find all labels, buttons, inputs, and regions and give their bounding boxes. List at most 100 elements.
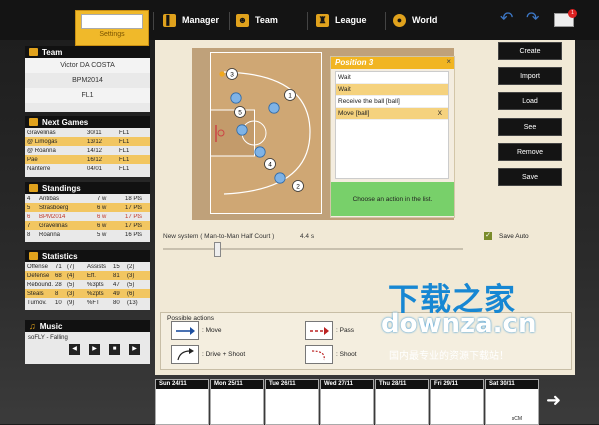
legend-drive-shoot: : Drive + Shoot — [171, 345, 245, 364]
standing-row[interactable]: 7 Gravelinas 6 w 17 Pts — [25, 221, 150, 230]
calendar-day[interactable]: Sat 30/11 sCM — [485, 379, 539, 425]
nav-league[interactable]: ♜ League — [316, 10, 367, 30]
action-hint: Choose an action in the list. — [331, 182, 454, 216]
calendar-day[interactable]: Tue 26/11 — [265, 379, 319, 425]
nav-manager-label: Manager — [182, 15, 220, 25]
manager-name: Victor DA COSTA — [25, 58, 150, 73]
ball-icon — [219, 71, 225, 77]
action-item[interactable]: Receive the ball [ball] — [336, 96, 448, 108]
game-league: FL1 — [119, 165, 130, 172]
back-arrow-icon[interactable]: ↶ — [500, 11, 518, 27]
podium-icon — [29, 184, 38, 192]
remove-button[interactable]: Remove — [498, 143, 562, 161]
standing-wins: 6 w — [97, 222, 107, 229]
standing-row[interactable]: 6 BPM2014 6 w 17 Pts — [25, 212, 150, 221]
next-game-row[interactable]: Pae 16/12 FL1 — [25, 155, 150, 164]
next-track-icon[interactable]: ▶ — [129, 344, 140, 355]
game-opponent: Gravelinas — [27, 129, 56, 136]
stat-cell: (4) — [67, 272, 75, 279]
music-header: ♫ Music — [25, 320, 150, 332]
stat-cell: Steals — [27, 290, 44, 297]
calendar-day[interactable]: Sun 24/11 — [155, 379, 209, 425]
timeline-handle[interactable] — [214, 242, 221, 257]
forward-arrow-icon[interactable]: ↷ — [526, 11, 544, 27]
game-opponent: @ Roanna — [27, 147, 56, 154]
create-button[interactable]: Create — [498, 42, 562, 60]
action-item-mark: X — [437, 110, 442, 117]
stat-cell: Offense — [27, 263, 48, 270]
statistics-list: Offense 71 (7) Assists 15 (2) Defense 68 (4) Eff.… — [25, 262, 150, 307]
standing-team: Antibas — [39, 195, 60, 202]
standing-row[interactable]: 5 Strasboerg 6 w 17 Pts — [25, 203, 150, 212]
team-panel-title: Team — [42, 47, 63, 57]
watermark-site: downza.cn — [381, 309, 537, 339]
action-item[interactable]: Move [ball] X — [336, 108, 448, 120]
player-marker[interactable]: 5 — [234, 106, 246, 118]
defender-marker[interactable] — [236, 124, 248, 136]
standings-title: Standings — [42, 183, 81, 193]
action-item[interactable]: Wait — [336, 72, 448, 84]
next-game-row[interactable]: @ Roanna 14/12 FL1 — [25, 146, 150, 155]
player-marker[interactable]: 1 — [284, 89, 296, 101]
player-marker[interactable]: 3 — [226, 68, 238, 80]
calendar-day[interactable]: Fri 29/11 — [430, 379, 484, 425]
calendar-day[interactable]: Thu 28/11 — [375, 379, 429, 425]
stat-cell: (6) — [127, 290, 135, 297]
standing-team: Strasboerg — [39, 204, 69, 211]
autosave-checkbox[interactable]: ✓ — [484, 232, 492, 240]
next-games-title: Next Games — [42, 117, 89, 127]
mail-badge: 1 — [568, 9, 577, 18]
timeline-track[interactable] — [163, 248, 463, 250]
next-game-row[interactable]: Gravelinas 30/11 FL1 — [25, 128, 150, 137]
team-tag: BPM2014 — [72, 77, 103, 84]
manager-icon: ▌ — [163, 13, 176, 27]
standing-points: 16 Pts — [125, 231, 143, 238]
next-day-arrow-icon[interactable]: ➜ — [546, 391, 576, 409]
calendar-day[interactable]: Mon 25/11 — [210, 379, 264, 425]
settings-button[interactable]: Settings — [75, 10, 149, 46]
player-number: 2 — [296, 183, 300, 190]
player-marker[interactable]: 4 — [264, 158, 276, 170]
statistics-title: Statistics — [42, 251, 78, 261]
player-marker[interactable]: 2 — [292, 180, 304, 192]
defender-marker[interactable] — [254, 146, 266, 158]
standing-row[interactable]: 8 Roanna 5 w 16 Pts — [25, 230, 150, 239]
close-icon[interactable]: × — [446, 57, 451, 66]
load-button[interactable]: Load — [498, 92, 562, 110]
previous-track-icon[interactable]: ◀ — [69, 344, 80, 355]
player-number: 5 — [238, 109, 242, 116]
stat-cell: %3pts — [87, 281, 104, 288]
see-button[interactable]: See — [498, 118, 562, 136]
standing-points: 17 Pts — [125, 222, 143, 229]
defender-marker[interactable] — [268, 102, 280, 114]
import-button[interactable]: Import — [498, 67, 562, 85]
music-title: Music — [39, 321, 63, 331]
defender-marker[interactable] — [274, 172, 286, 184]
watermark-slogan: 国内最专业的资源下载站！ — [389, 351, 509, 362]
stat-cell: Turnov. — [27, 299, 47, 306]
nav-manager[interactable]: ▌ Manager — [163, 10, 219, 30]
next-game-row[interactable]: @ Limogas 13/12 FL1 — [25, 137, 150, 146]
calendar-day[interactable]: Wed 27/11 — [320, 379, 374, 425]
standing-row[interactable]: 4 Antibas 7 w 18 Pts — [25, 194, 150, 203]
standing-wins: 7 w — [97, 195, 107, 202]
stop-icon[interactable]: ■ — [109, 344, 120, 355]
stat-cell: 80 — [113, 299, 120, 306]
stat-cell: (2) — [127, 263, 135, 270]
nav-divider — [153, 12, 154, 30]
calendar-icon — [29, 118, 38, 126]
play-icon[interactable]: ▶ — [89, 344, 100, 355]
settings-display — [81, 14, 143, 29]
legend-shoot-label: : Shoot — [336, 351, 357, 358]
next-game-row[interactable]: Nanterre 04/01 FL1 — [25, 164, 150, 173]
standing-position: 7 — [27, 222, 31, 229]
defender-marker[interactable] — [230, 92, 242, 104]
nav-world-label: World — [412, 15, 438, 25]
stat-cell: (13) — [127, 299, 138, 306]
player-number: 3 — [230, 71, 234, 78]
save-button[interactable]: Save — [498, 168, 562, 186]
nav-world[interactable]: ● World — [393, 10, 437, 30]
stat-row: Offense 71 (7) Assists 15 (2) — [25, 262, 150, 271]
nav-team[interactable]: ☻ Team — [236, 10, 278, 30]
action-item[interactable]: Wait — [336, 84, 448, 96]
